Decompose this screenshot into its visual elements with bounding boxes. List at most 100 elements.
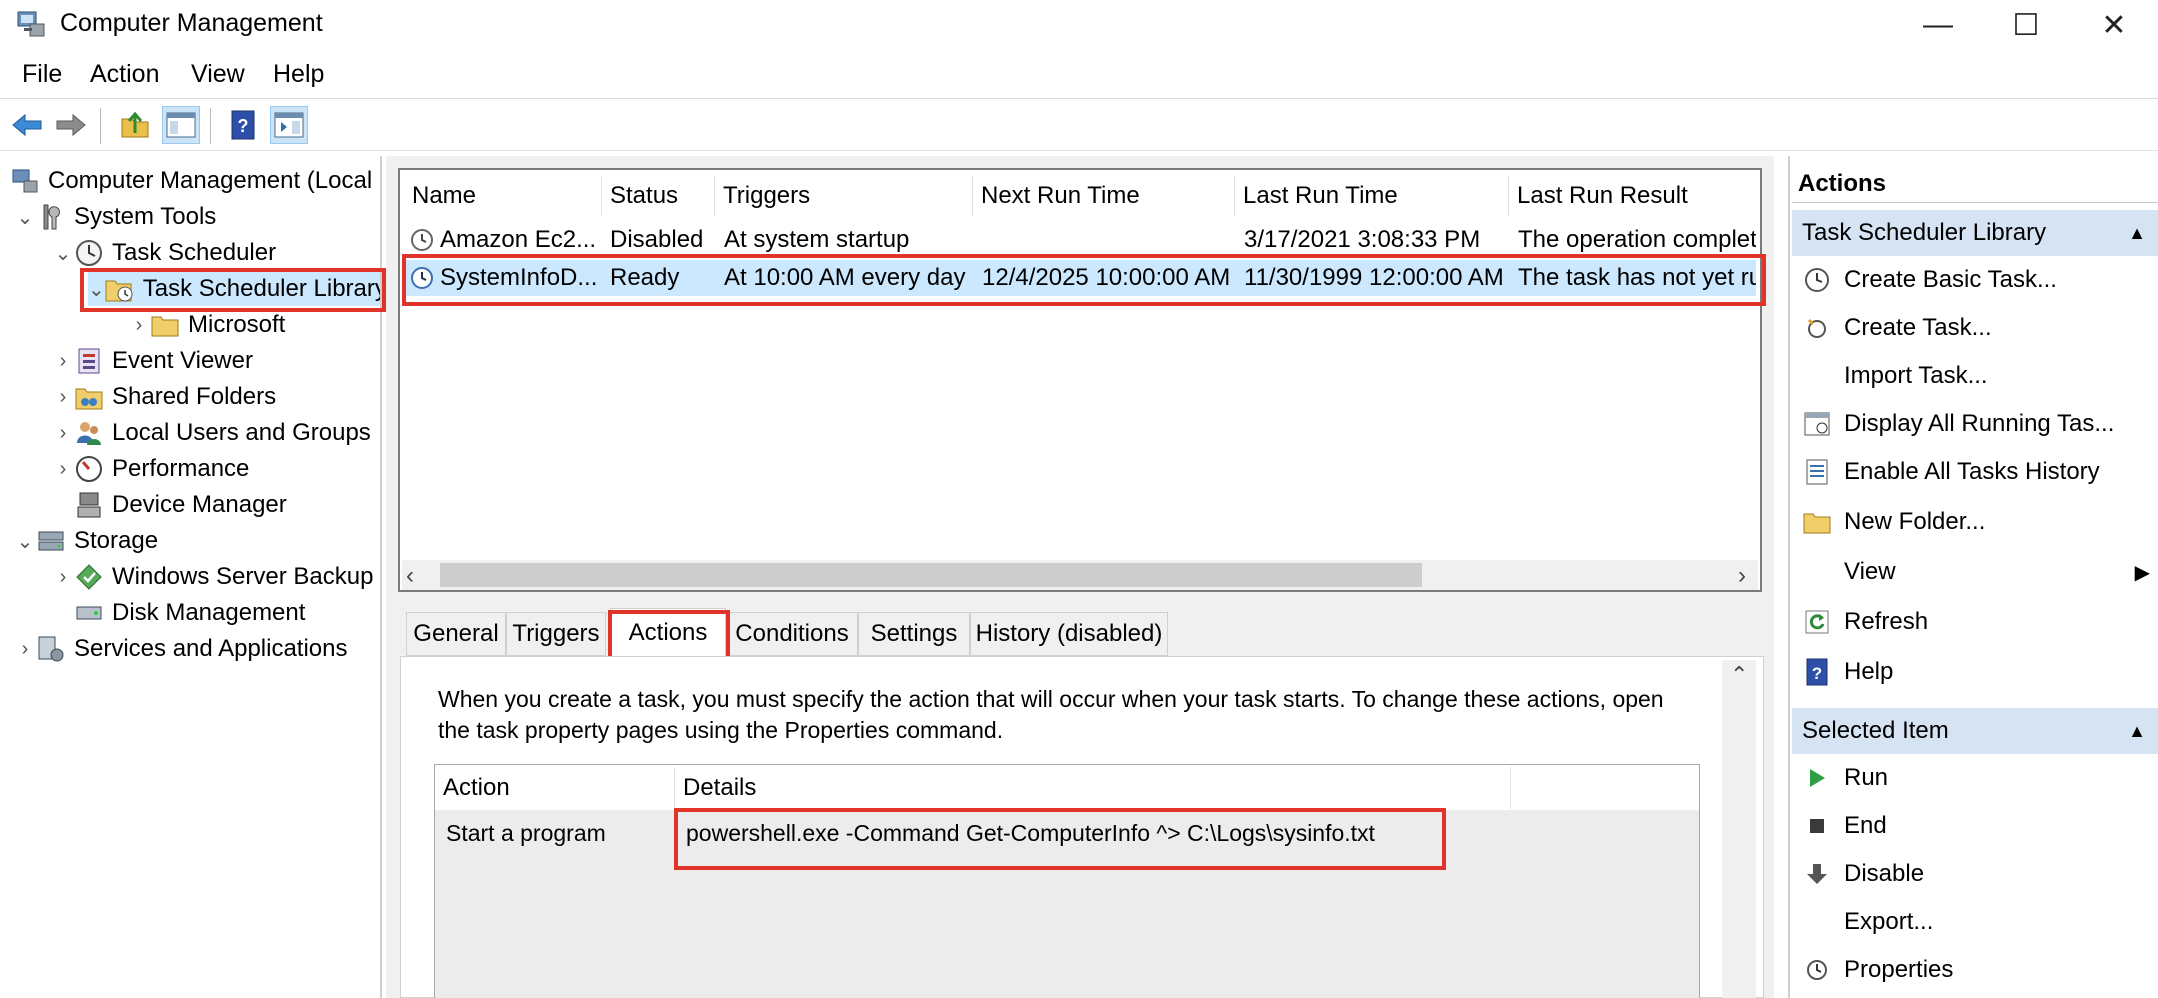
chevron-right-icon[interactable]: › [52, 458, 74, 481]
collapse-up-icon[interactable]: ▲ [2128, 223, 2146, 244]
column-header-next-run[interactable]: Next Run Time [973, 176, 1235, 216]
task-clock-icon [410, 222, 442, 258]
users-icon [74, 418, 104, 448]
tree-item-shared-folders[interactable]: › Shared Folders [52, 380, 276, 414]
disable-arrow-down-icon [1800, 857, 1834, 891]
tree-item-device-manager[interactable]: Device Manager [74, 488, 287, 522]
tab-settings[interactable]: Settings [858, 612, 970, 656]
tree-item-windows-server-backup[interactable]: › Windows Server Backup [52, 560, 374, 594]
menu-action[interactable]: Action [90, 60, 159, 89]
action-new-folder[interactable]: New Folder... [1794, 502, 2158, 542]
tab-triggers[interactable]: Triggers [506, 612, 606, 656]
chevron-right-icon[interactable]: › [52, 422, 74, 445]
column-header-action[interactable]: Action [435, 767, 675, 809]
folder-icon [150, 310, 180, 340]
action-properties[interactable]: Properties [1794, 950, 2158, 990]
tab-history[interactable]: History (disabled) [970, 612, 1168, 656]
column-header-last-result[interactable]: Last Run Result [1509, 176, 1759, 216]
table-row[interactable]: Amazon Ec2... Disabled At system startup… [404, 222, 1756, 258]
clock-icon [74, 238, 104, 268]
tree-item-task-scheduler[interactable]: ⌄ Task Scheduler [52, 236, 276, 270]
submenu-arrow-icon: ▶ [2134, 561, 2150, 584]
tab-actions[interactable]: Actions [610, 608, 726, 656]
tab-conditions[interactable]: Conditions [726, 612, 858, 656]
minimize-button[interactable]: — [1894, 0, 1982, 50]
tree-item-microsoft[interactable]: › Microsoft [128, 308, 286, 342]
column-header-last-run[interactable]: Last Run Time [1235, 176, 1509, 216]
tree-item-event-viewer[interactable]: › Event Viewer [52, 344, 253, 378]
properties-clock-icon [1800, 953, 1834, 987]
up-folder-icon[interactable] [116, 106, 154, 144]
refresh-icon [1800, 605, 1834, 639]
menu-divider [0, 98, 2158, 99]
maximize-button[interactable]: ☐ [1982, 0, 2070, 50]
action-disable[interactable]: Disable [1794, 854, 2158, 894]
tree-item-services-applications[interactable]: › Services and Applications [14, 632, 348, 666]
chevron-right-icon[interactable]: › [128, 314, 150, 337]
section-task-scheduler-library[interactable]: Task Scheduler Library ▲ [1792, 210, 2158, 256]
new-folder-icon [1800, 505, 1834, 539]
tree-item-storage[interactable]: ⌄ Storage [14, 524, 158, 558]
menu-view[interactable]: View [191, 60, 245, 89]
run-play-icon [1800, 761, 1834, 795]
back-arrow-icon[interactable] [8, 106, 46, 144]
chevron-right-icon[interactable]: › [52, 350, 74, 373]
action-refresh[interactable]: Refresh [1794, 602, 2158, 642]
action-import-task[interactable]: Import Task... [1794, 356, 2158, 396]
menu-file[interactable]: File [22, 60, 62, 89]
scroll-right-icon[interactable]: › [1738, 562, 1746, 590]
menu-help[interactable]: Help [273, 60, 324, 89]
window-title: Computer Management [60, 9, 323, 37]
tab-general[interactable]: General [406, 612, 506, 656]
tree-item-disk-management[interactable]: Disk Management [74, 596, 305, 630]
close-button[interactable]: ✕ [2070, 0, 2158, 50]
chevron-right-icon[interactable]: › [52, 386, 74, 409]
action-help[interactable]: ? Help [1794, 652, 2158, 692]
help-book-icon[interactable]: ? [224, 106, 262, 144]
actions-description: When you create a task, you must specify… [438, 686, 1664, 743]
services-icon [36, 634, 66, 664]
action-create-basic-task[interactable]: Create Basic Task... [1794, 260, 2158, 300]
storage-icon [36, 526, 66, 556]
chevron-right-icon[interactable]: › [14, 638, 36, 661]
column-header-details[interactable]: Details [675, 767, 1511, 809]
action-export[interactable]: Export... [1794, 902, 2158, 942]
tree-item-local-users-groups[interactable]: › Local Users and Groups [52, 416, 371, 450]
tree-item-computer-management[interactable]: Computer Management (Local [10, 164, 372, 198]
scrollbar-thumb[interactable] [440, 563, 1422, 587]
chevron-down-icon[interactable]: ⌄ [52, 241, 74, 266]
chevron-down-icon[interactable]: ⌄ [14, 205, 36, 230]
forward-arrow-icon[interactable] [52, 106, 90, 144]
tools-icon [36, 202, 66, 232]
action-view[interactable]: View ▶ [1794, 552, 2158, 592]
chevron-down-icon[interactable]: ⌄ [88, 277, 105, 302]
toolbar-separator [100, 108, 101, 144]
section-selected-item[interactable]: Selected Item ▲ [1792, 708, 2158, 754]
action-enable-history[interactable]: Enable All Tasks History [1794, 452, 2158, 492]
column-header-triggers[interactable]: Triggers [715, 176, 973, 216]
blank-icon [1800, 359, 1834, 393]
collapse-up-icon[interactable]: ▲ [2128, 721, 2146, 742]
svg-text:?: ? [238, 116, 249, 136]
chevron-down-icon[interactable]: ⌄ [14, 529, 36, 554]
column-header-status[interactable]: Status [602, 176, 715, 216]
show-hide-action-pane-icon[interactable] [270, 106, 308, 144]
action-end[interactable]: End [1794, 806, 2158, 846]
show-hide-console-tree-icon[interactable] [162, 106, 200, 144]
action-display-running-tasks[interactable]: Display All Running Tas... [1794, 404, 2158, 444]
column-header-name[interactable]: Name [404, 176, 602, 216]
action-create-task[interactable]: Create Task... [1794, 308, 2158, 348]
tree-item-system-tools[interactable]: ⌄ System Tools [14, 200, 217, 234]
computer-icon [10, 166, 40, 196]
chevron-right-icon[interactable]: › [52, 566, 74, 589]
scroll-up-icon[interactable]: ⌃ [1730, 662, 1748, 688]
action-run[interactable]: Run [1794, 758, 2158, 798]
wizard-clock-icon [1800, 263, 1834, 297]
tree-item-performance[interactable]: › Performance [52, 452, 249, 486]
toolbar-divider [0, 150, 2158, 151]
table-row-selected[interactable]: SystemInfoD... Ready At 10:00 AM every d… [404, 260, 1756, 296]
task-clock-icon [410, 260, 442, 296]
tree-item-task-scheduler-library[interactable]: ⌄ Task Scheduler Library [88, 272, 380, 306]
scroll-left-icon[interactable]: ‹ [406, 562, 414, 590]
vertical-scrollbar[interactable] [1722, 660, 1756, 998]
